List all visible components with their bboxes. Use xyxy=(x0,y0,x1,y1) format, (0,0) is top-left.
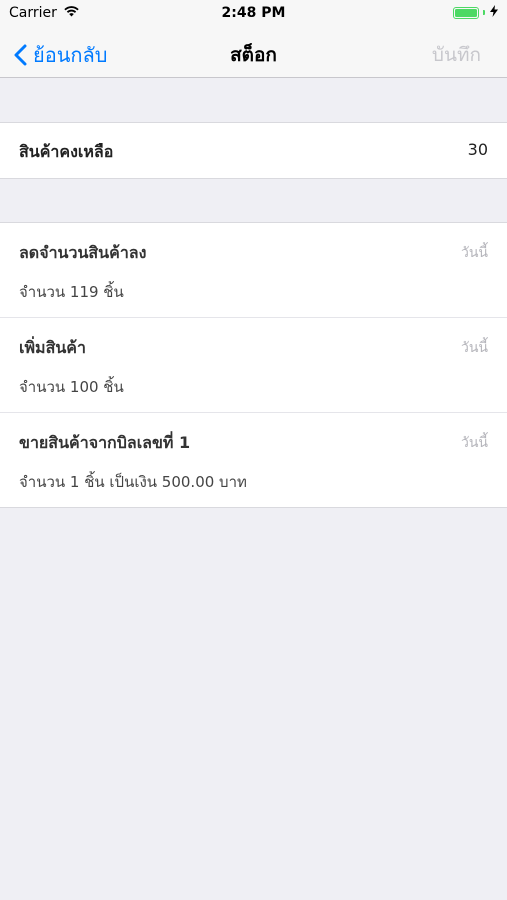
battery-fill xyxy=(455,8,477,17)
save-button[interactable]: บันทึก xyxy=(432,40,481,70)
stock-remaining-label: สินค้าคงเหลือ xyxy=(19,142,114,161)
stock-remaining-row: สินค้าคงเหลือ 30 xyxy=(0,122,507,179)
list-item[interactable]: เพิ่มสินค้า วันนี้ จำนวน 100 ชิ้น xyxy=(0,318,507,413)
history-date: วันนี้ xyxy=(460,435,488,451)
list-item[interactable]: ลดจำนวนสินค้าลง วันนี้ จำนวน 119 ชิ้น xyxy=(0,223,507,318)
history-title: ขายสินค้าจากบิลเลขที่ 1 xyxy=(19,433,191,452)
history-title: เพิ่มสินค้า xyxy=(19,338,86,357)
navigation-bar: ย้อนกลับ สต็อก บันทึก xyxy=(0,28,507,78)
charging-bolt-icon xyxy=(490,5,498,20)
battery-tip xyxy=(483,10,485,15)
status-time: 2:48 PM xyxy=(221,5,286,21)
stock-history-list: ลดจำนวนสินค้าลง วันนี้ จำนวน 119 ชิ้น เพ… xyxy=(0,222,507,508)
history-date: วันนี้ xyxy=(460,245,488,261)
status-right xyxy=(453,5,498,20)
history-title: ลดจำนวนสินค้าลง xyxy=(19,243,147,262)
history-date: วันนี้ xyxy=(460,340,488,356)
history-detail: จำนวน 100 ชิ้น xyxy=(19,378,124,396)
list-item[interactable]: ขายสินค้าจากบิลเลขที่ 1 วันนี้ จำนวน 1 ช… xyxy=(0,413,507,508)
stock-remaining-value: 30 xyxy=(467,140,488,159)
battery-icon xyxy=(453,6,479,19)
history-detail: จำนวน 1 ชิ้น เป็นเงิน 500.00 บาท xyxy=(19,473,247,491)
status-bar: Carrier 2:48 PM xyxy=(0,0,507,28)
history-detail: จำนวน 119 ชิ้น xyxy=(19,283,124,301)
